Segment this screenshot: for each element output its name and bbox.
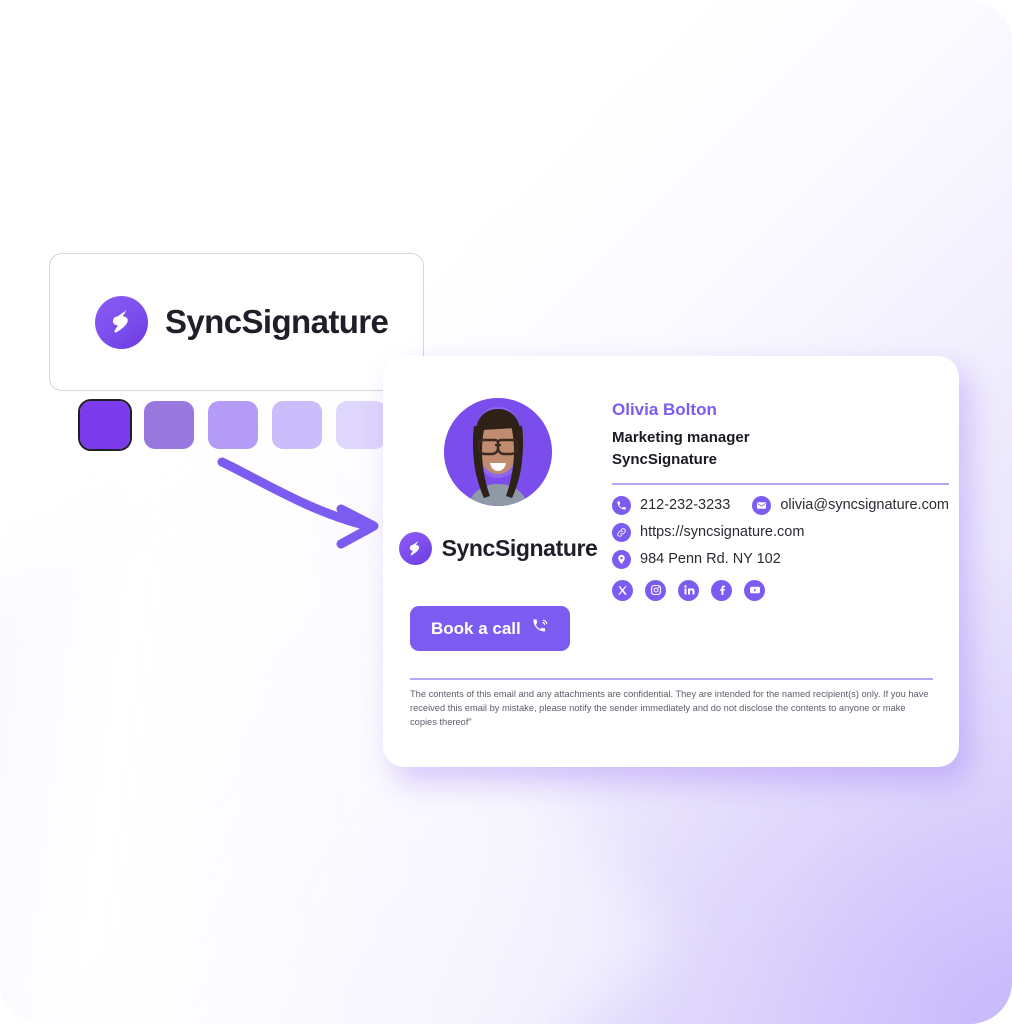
footer-divider	[410, 678, 933, 680]
contact-address: 984 Penn Rd. NY 102	[612, 549, 949, 569]
person-company: SyncSignature	[612, 451, 718, 469]
location-pin-icon	[612, 549, 631, 569]
disclaimer-text: The contents of this email and any attac…	[410, 689, 929, 728]
linkedin-icon[interactable]	[678, 579, 699, 601]
contact-row: 212-232-3233 olivia@syncsignature.com	[612, 495, 949, 515]
phone-ring-icon	[532, 618, 549, 640]
details-divider	[612, 483, 949, 485]
signature-brand-lockup: SyncSignature	[398, 532, 598, 565]
contact-phone[interactable]: 212-232-3233	[612, 495, 731, 515]
contact-email-value: olivia@syncsignature.com	[780, 497, 949, 514]
avatar	[444, 398, 552, 506]
phone-icon	[612, 495, 631, 515]
x-twitter-icon[interactable]	[612, 579, 633, 601]
lightning-bolt-icon	[398, 532, 432, 565]
curved-arrow-right-icon	[217, 457, 379, 549]
signature-top-section: SyncSignature Olivia Bolton Marketing ma…	[398, 398, 949, 601]
color-swatch[interactable]	[336, 401, 386, 449]
color-swatch[interactable]	[272, 401, 322, 449]
lightning-bolt-icon	[95, 295, 148, 349]
person-role: Marketing manager	[612, 429, 750, 446]
page-canvas: SyncSignature SyncSignature Olivia Bolto…	[0, 0, 1012, 1024]
book-a-call-button[interactable]: Book a call	[410, 606, 570, 651]
envelope-icon	[752, 495, 772, 515]
color-swatch[interactable]	[144, 401, 194, 449]
brand-logo-card: SyncSignature	[49, 253, 424, 391]
facebook-icon[interactable]	[711, 579, 732, 601]
book-a-call-label: Book a call	[431, 618, 521, 638]
contact-address-value: 984 Penn Rd. NY 102	[640, 551, 781, 568]
signature-details: Olivia Bolton Marketing manager SyncSign…	[612, 398, 949, 601]
person-name: Olivia Bolton	[612, 400, 717, 419]
signature-left-column: SyncSignature	[398, 398, 598, 601]
youtube-icon[interactable]	[744, 579, 765, 601]
contact-website[interactable]: https://syncsignature.com	[612, 522, 949, 542]
contact-website-value: https://syncsignature.com	[640, 524, 805, 541]
color-swatch[interactable]	[208, 401, 258, 449]
social-links	[612, 579, 949, 601]
color-palette	[78, 399, 386, 451]
link-icon	[612, 522, 631, 542]
contact-email[interactable]: olivia@syncsignature.com	[752, 495, 949, 515]
contact-phone-value: 212-232-3233	[640, 497, 731, 514]
color-swatch[interactable]	[78, 399, 132, 451]
brand-name-text: SyncSignature	[165, 303, 389, 340]
instagram-icon[interactable]	[645, 579, 666, 601]
signature-brand-name: SyncSignature	[441, 535, 598, 561]
